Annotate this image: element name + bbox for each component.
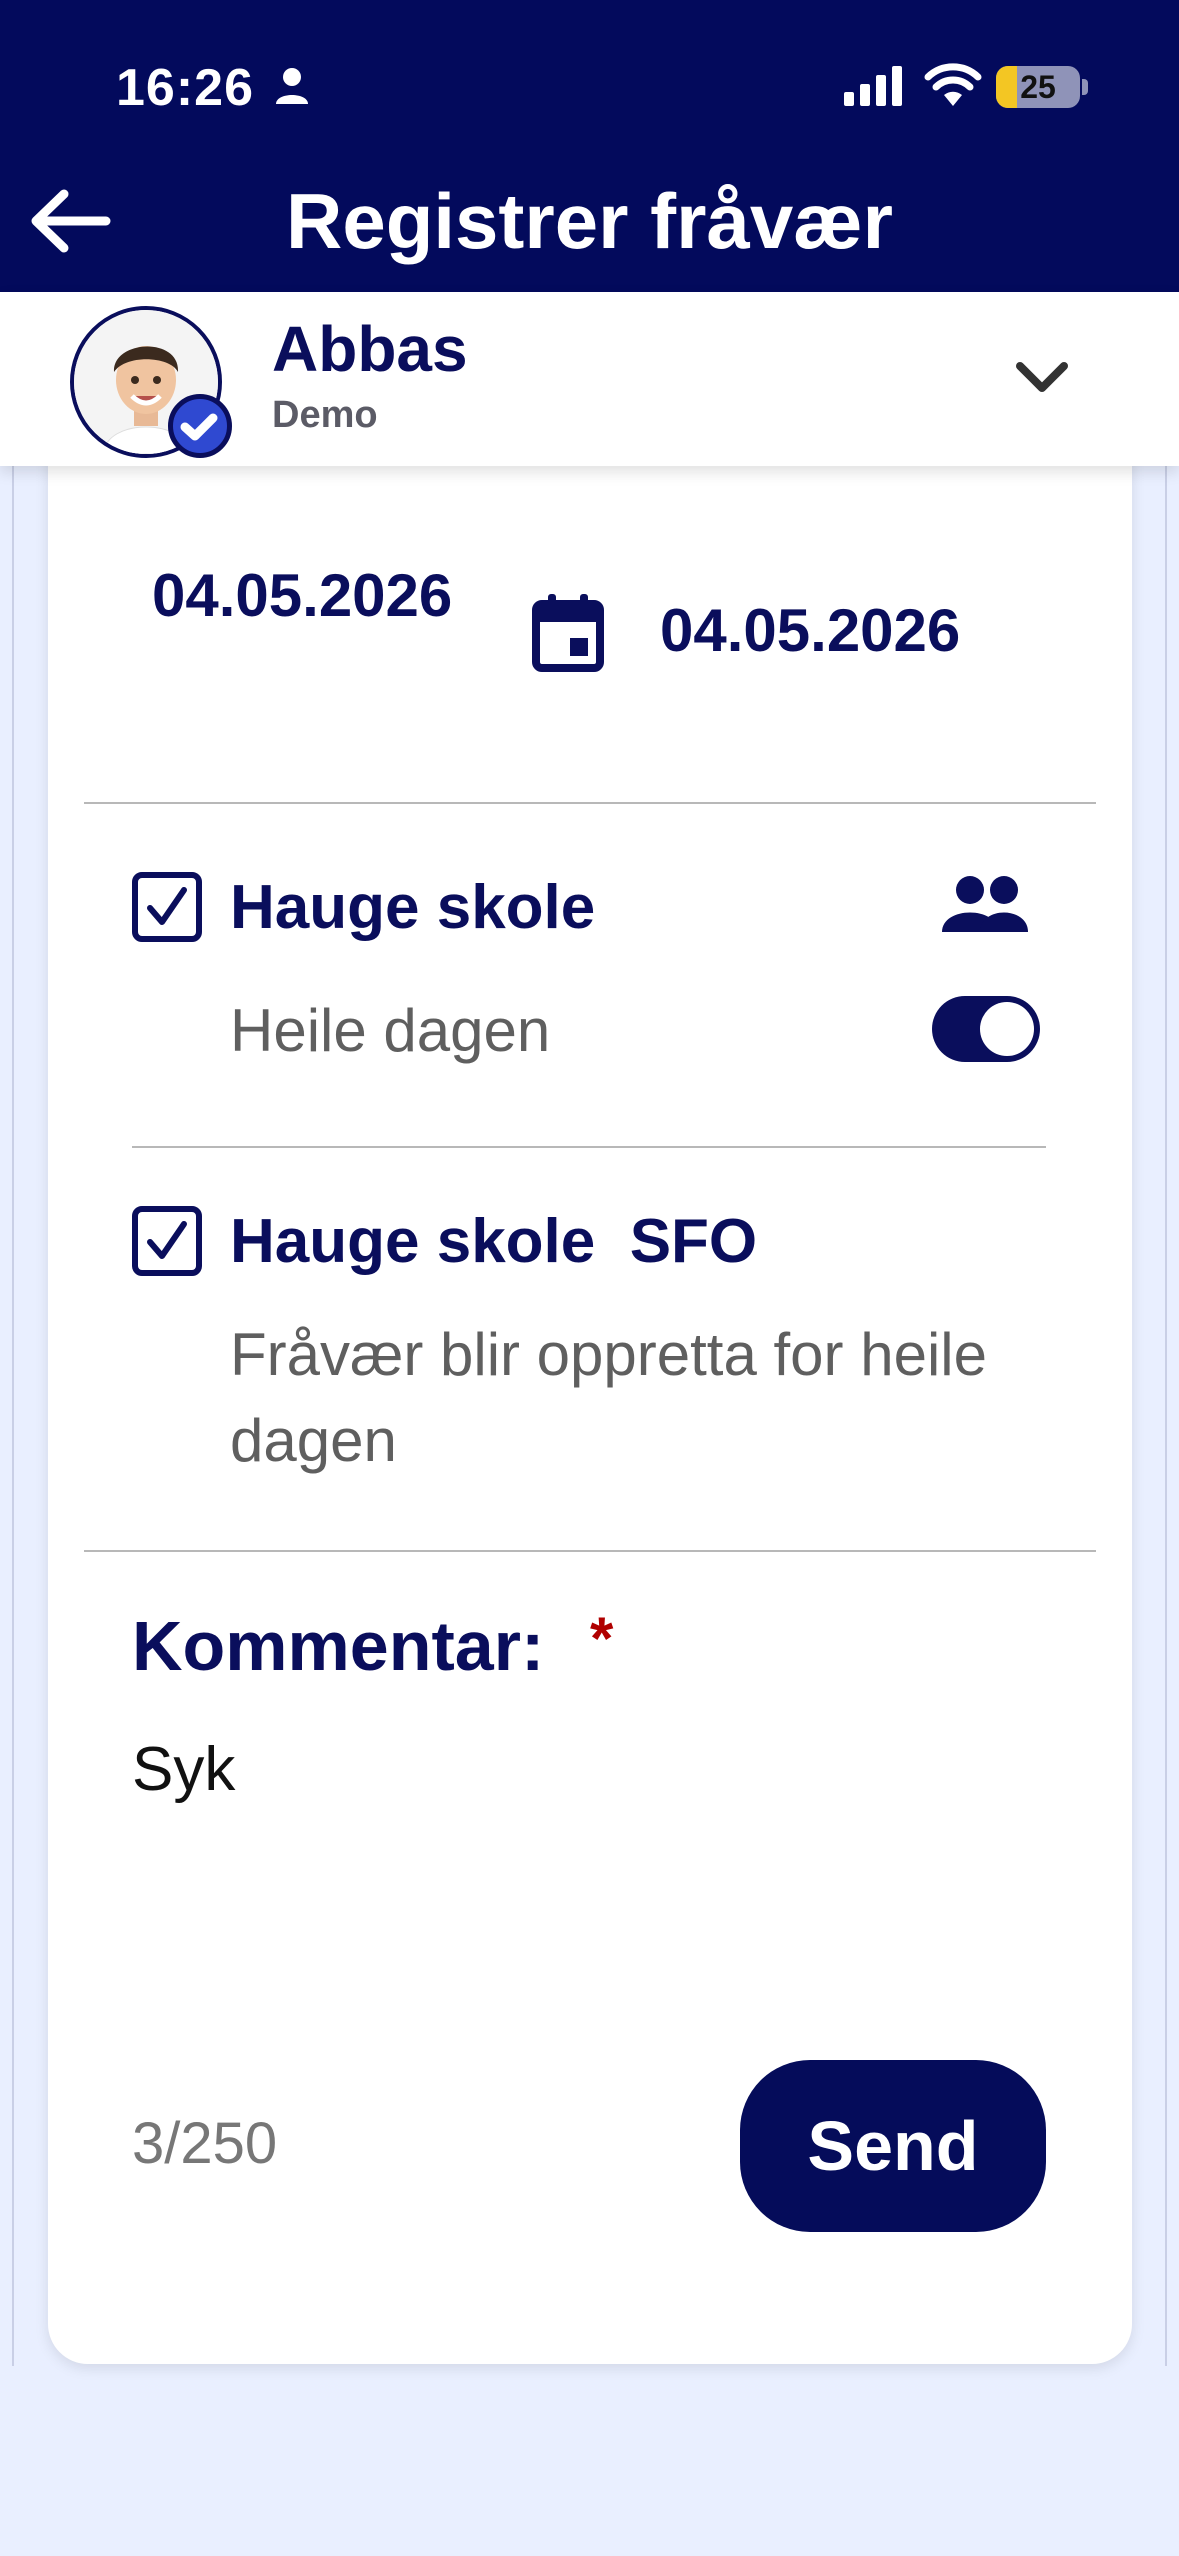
toggle-knob (980, 1002, 1034, 1056)
character-counter: 3/250 (132, 2111, 278, 2176)
battery-nub (1082, 79, 1088, 95)
group-icon[interactable] (940, 874, 1030, 934)
battery-indicator: 25 (996, 66, 1080, 108)
sfo-checkbox[interactable] (132, 1206, 202, 1276)
page-title: Registrer fråvær (286, 177, 893, 265)
whole-day-label: Heile dagen (230, 997, 551, 1064)
app-header: 16:26 25 Registrer fråvær (0, 0, 1179, 292)
person-icon (276, 68, 308, 104)
comment-input[interactable]: Syk (132, 1734, 235, 1805)
status-time: 16:26 (116, 59, 254, 117)
calendar-icon[interactable] (530, 592, 606, 674)
chevron-down-icon[interactable] (1010, 352, 1074, 402)
background-edge-left (12, 466, 14, 2366)
date-from[interactable]: 04.05.2026 (152, 560, 492, 632)
child-subtitle: Demo (272, 394, 378, 436)
child-selector[interactable]: Abbas Demo (0, 292, 1179, 466)
school-name: Hauge skole (230, 873, 596, 942)
sfo-note: Fråvær blir oppretta for heile dagen (230, 1321, 987, 1474)
comment-label: Kommentar: (132, 1607, 545, 1685)
divider (84, 1550, 1096, 1552)
background-edge-right (1165, 466, 1167, 2366)
wifi-icon (924, 63, 982, 106)
date-to[interactable]: 04.05.2026 (660, 596, 960, 665)
cellular-signal-icon (844, 66, 902, 106)
verified-badge-icon (168, 394, 232, 458)
send-button[interactable]: Send (740, 2060, 1046, 2232)
whole-day-toggle[interactable] (932, 996, 1040, 1062)
divider (132, 1146, 1046, 1148)
child-name: Abbas (272, 313, 468, 385)
required-marker: * (590, 1605, 614, 1672)
school-checkbox[interactable] (132, 872, 202, 942)
divider (84, 802, 1096, 804)
sfo-name: Hauge skole SFO (230, 1207, 758, 1276)
battery-percentage: 25 (1020, 69, 1056, 105)
